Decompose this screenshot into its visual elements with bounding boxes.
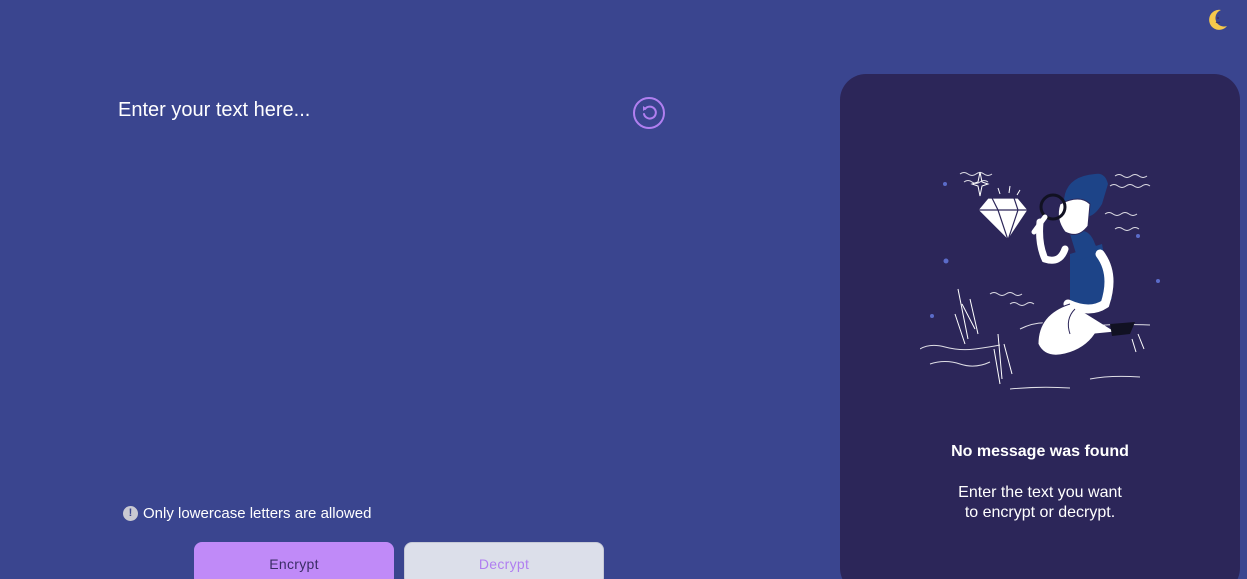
reset-button[interactable] <box>633 97 665 129</box>
moon-icon[interactable] <box>1206 7 1230 31</box>
text-input[interactable] <box>118 96 618 476</box>
decrypt-button[interactable]: Decrypt <box>404 542 604 579</box>
warning-text: Only lowercase letters are allowed <box>143 504 372 522</box>
undo-icon <box>643 105 657 120</box>
output-title: No message was found <box>951 443 1129 460</box>
app-root: ! Only lowercase letters are allowed Enc… <box>0 0 1247 579</box>
decrypt-label: Decrypt <box>478 556 530 572</box>
output-panel: No message was found Enter the text you … <box>840 74 1240 579</box>
output-line-2: to encrypt or decrypt. <box>964 504 1116 521</box>
output-message: Enter the text you want to encrypt or de… <box>940 483 1140 523</box>
validation-warning: ! Only lowercase letters are allowed <box>123 503 371 523</box>
encrypt-label: Encrypt <box>269 556 319 572</box>
exclamation-circle-icon: ! <box>123 505 138 521</box>
person-examining-diamond-illustration <box>920 171 1160 390</box>
output-line-1: Enter the text you want <box>958 484 1122 501</box>
encrypt-button[interactable]: Encrypt <box>194 542 394 579</box>
